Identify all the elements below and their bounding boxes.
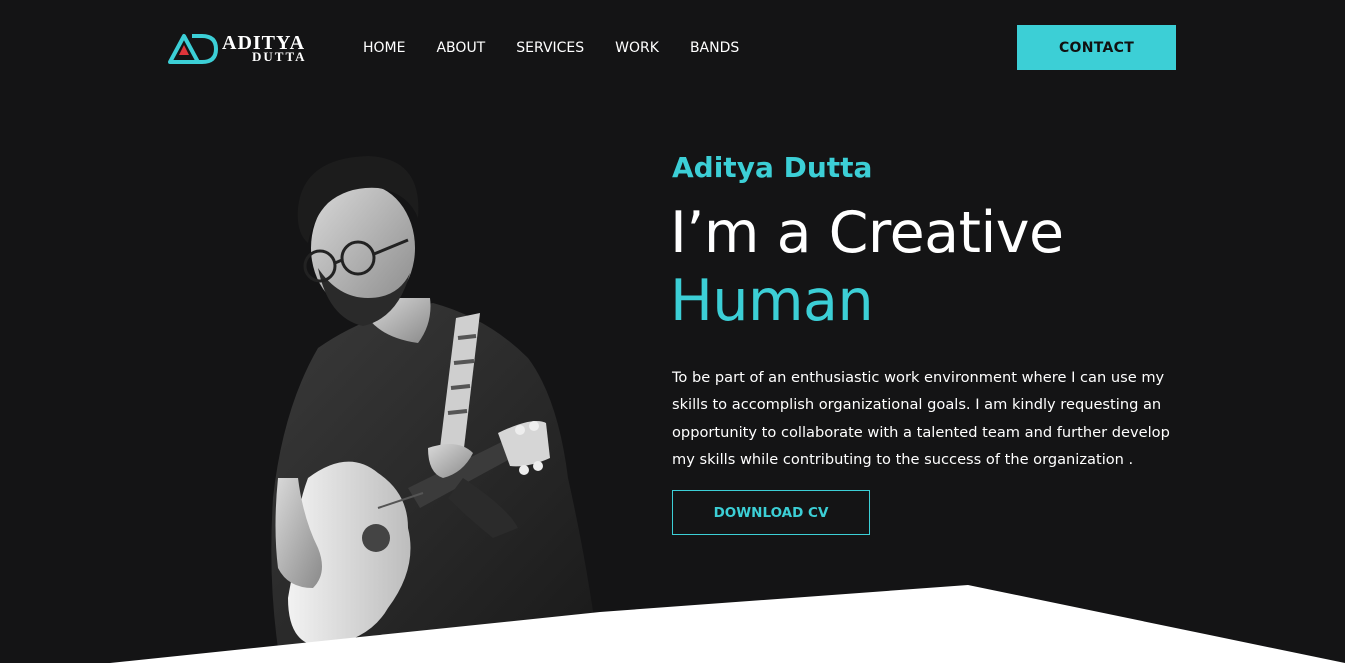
logo-line2: DUTTA [252, 49, 307, 64]
download-cv-button[interactable]: DOWNLOAD CV [672, 490, 870, 535]
nav-about[interactable]: ABOUT [436, 38, 485, 58]
hero-description-line: skills to accomplish organizational goal… [672, 396, 1162, 414]
site-logo[interactable]: ADITYA DUTTA [168, 28, 318, 68]
contact-button[interactable]: CONTACT [1017, 25, 1176, 70]
hero-description-line: opportunity to collaborate with a talent… [672, 423, 1170, 441]
logo-mark-icon [168, 34, 218, 64]
hero-description-line: To be part of an enthusiastic work envir… [672, 369, 1165, 386]
site-header: ADITYA DUTTA HOME ABOUT SERVICES WORK BA… [0, 0, 1345, 96]
hero-headline-line1: I’m a Creative [670, 200, 1064, 266]
nav-home[interactable]: HOME [363, 38, 405, 58]
nav-work[interactable]: WORK [615, 38, 659, 58]
hero-description-line: my skills while contributing to the succ… [672, 450, 1134, 468]
nav-bands[interactable]: BANDS [690, 38, 739, 58]
hero-headline-line2: Human [670, 268, 874, 334]
page: ADITYA DUTTA HOME ABOUT SERVICES WORK BA… [0, 0, 1345, 663]
logo-wordmark: ADITYA DUTTA [222, 33, 307, 63]
hero-description: To be part of an enthusiastic work envir… [672, 364, 1172, 473]
main-nav: HOME ABOUT SERVICES WORK BANDS [363, 38, 770, 58]
nav-services[interactable]: SERVICES [516, 38, 584, 58]
guitarist-photo [271, 156, 598, 648]
hero-name: Aditya Dutta [672, 151, 873, 184]
